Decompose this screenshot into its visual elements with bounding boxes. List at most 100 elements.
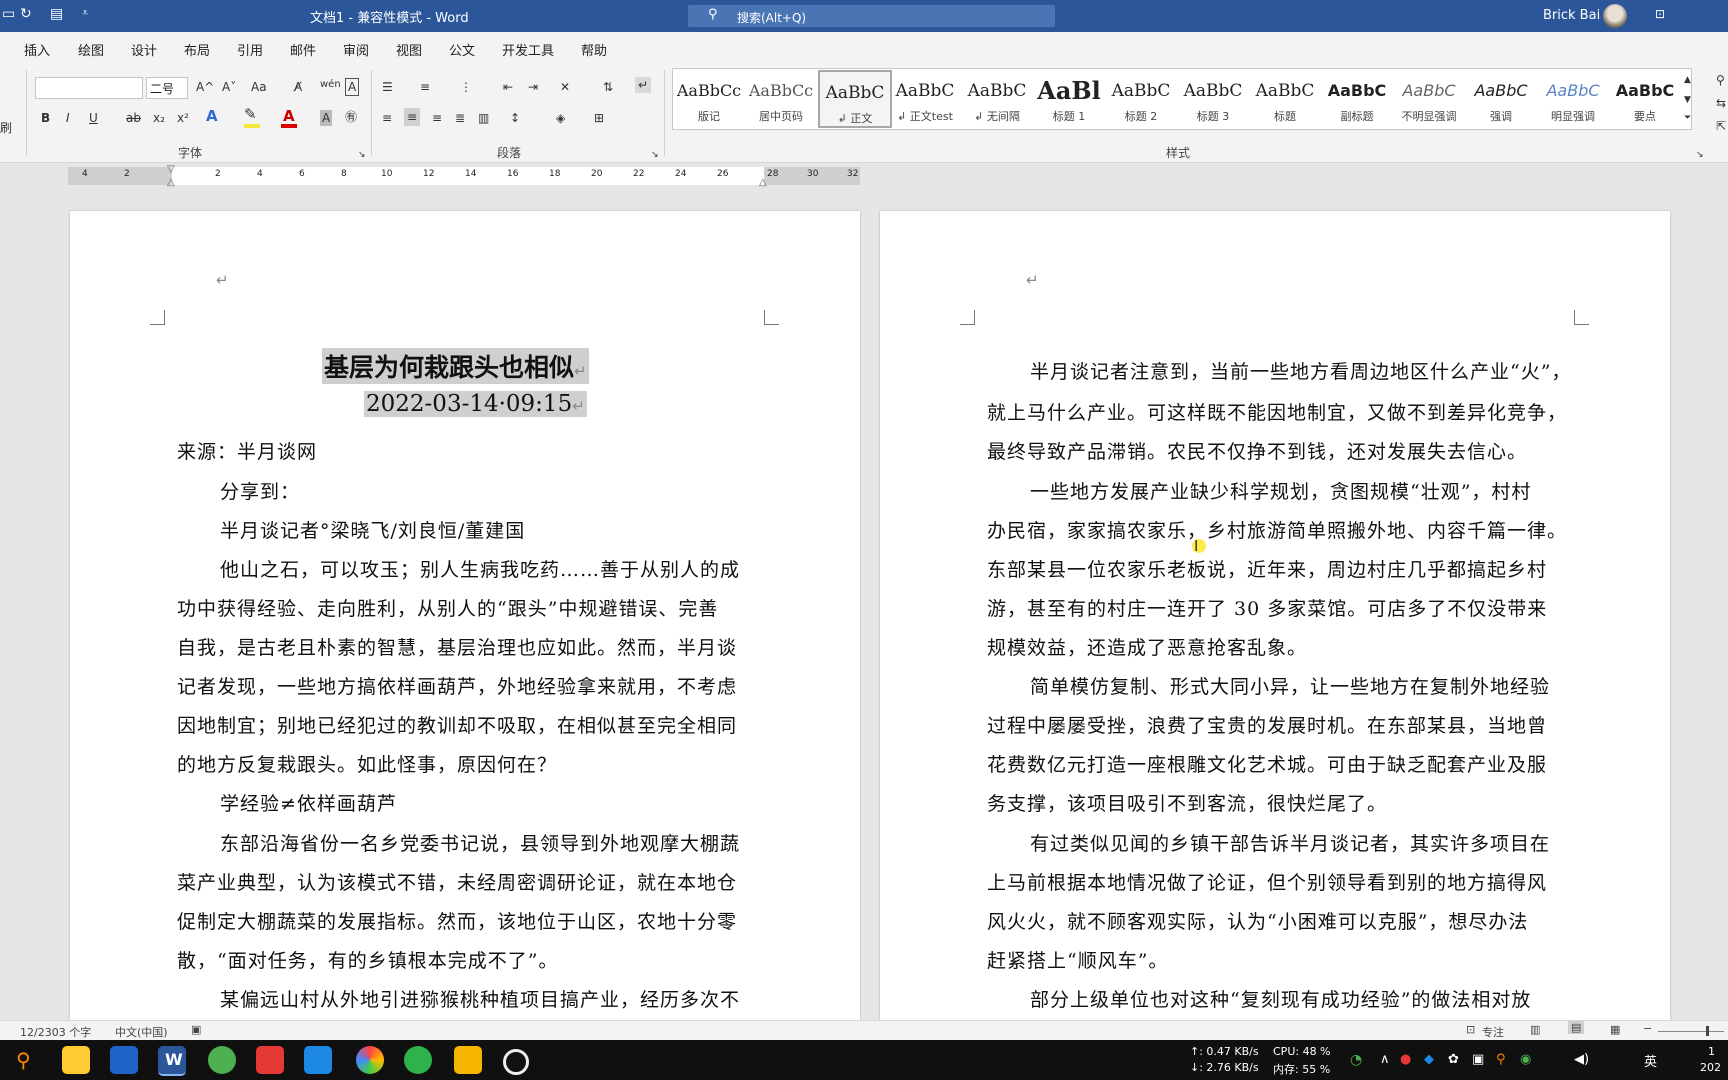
underline-button[interactable]: U bbox=[89, 110, 98, 126]
chinese-layout-icon[interactable]: ✕ bbox=[560, 79, 570, 95]
styles-dialog-launcher-icon[interactable]: ↘ bbox=[1696, 147, 1704, 163]
style-item[interactable]: AaBl 标题 1 bbox=[1034, 70, 1104, 124]
italic-button[interactable]: I bbox=[66, 110, 70, 126]
search-box[interactable]: ⚲ 搜索(Alt+Q) bbox=[688, 5, 1055, 27]
strikethrough-button[interactable]: ab bbox=[126, 110, 141, 126]
customize-quick-access-icon[interactable]: ⩡ bbox=[82, 6, 88, 20]
tab-view[interactable]: 视图 bbox=[396, 40, 422, 59]
notepad-app-icon[interactable] bbox=[110, 1046, 138, 1074]
avatar[interactable] bbox=[1603, 4, 1627, 28]
style-item[interactable]: AaBbC 强调 bbox=[1466, 70, 1536, 124]
styles-scroll-down-icon[interactable]: ▼ bbox=[1684, 92, 1691, 108]
tab-layout[interactable]: 布局 bbox=[184, 40, 210, 59]
focus-icon[interactable]: ⊡ bbox=[1466, 1023, 1475, 1036]
shrink-font-icon[interactable]: A˅ bbox=[222, 79, 236, 95]
zoom-slider[interactable] bbox=[1658, 1031, 1724, 1032]
wifi-icon[interactable]: ◔ bbox=[1350, 1052, 1362, 1068]
user-name[interactable]: Brick Bai bbox=[1543, 8, 1600, 23]
tab-official[interactable]: 公文 bbox=[449, 40, 475, 59]
tab-design[interactable]: 设计 bbox=[131, 40, 157, 59]
tray-wechat-icon[interactable]: ◉ bbox=[1520, 1052, 1531, 1067]
chrome-app-icon[interactable] bbox=[62, 1046, 90, 1074]
read-mode-icon[interactable]: ▥ bbox=[1530, 1023, 1540, 1036]
tab-developer[interactable]: 开发工具 bbox=[502, 40, 554, 59]
decrease-indent-icon[interactable]: ⇤ bbox=[503, 79, 513, 95]
screen-recorder-icon[interactable] bbox=[503, 1049, 529, 1075]
tab-insert[interactable]: 插入 bbox=[24, 40, 50, 59]
tab-draw[interactable]: 绘图 bbox=[78, 40, 104, 59]
shading-icon[interactable]: ◈ bbox=[556, 110, 565, 126]
bullets-icon[interactable]: ☰ bbox=[382, 79, 393, 95]
clear-formatting-icon[interactable]: A̸ bbox=[294, 79, 302, 95]
style-item[interactable]: AaBbC ↲ 无间隔 bbox=[962, 70, 1032, 124]
align-left-icon[interactable]: ≡ bbox=[382, 110, 392, 126]
panda-app-icon[interactable] bbox=[208, 1046, 236, 1074]
word-app-icon[interactable]: W bbox=[158, 1046, 186, 1076]
bold-button[interactable]: B bbox=[41, 110, 50, 126]
style-item[interactable]: AaBbCc 版记 bbox=[674, 70, 744, 124]
record-tray-icon[interactable]: ● bbox=[1400, 1052, 1411, 1067]
distributed-icon[interactable]: ▥ bbox=[478, 110, 489, 126]
styles-more-icon[interactable]: ⏷ bbox=[1684, 110, 1691, 126]
tray-app-icon[interactable]: ◆ bbox=[1424, 1052, 1434, 1067]
clock-date[interactable]: 202 bbox=[1700, 1061, 1721, 1074]
change-case-button[interactable]: Aa bbox=[251, 79, 267, 95]
line-spacing-icon[interactable]: ↕ bbox=[510, 110, 520, 126]
search-icon[interactable]: ⚲ bbox=[16, 1048, 31, 1072]
increase-indent-icon[interactable]: ⇥ bbox=[528, 79, 538, 95]
tray-search-icon[interactable]: ⚲ bbox=[1496, 1052, 1506, 1067]
multilevel-list-icon[interactable]: ⋮ bbox=[460, 79, 472, 95]
word-count[interactable]: 12/2303 个字 bbox=[20, 1024, 91, 1040]
phonetic-guide-icon[interactable]: wén bbox=[320, 77, 341, 93]
numbering-icon[interactable]: ≡ bbox=[420, 79, 430, 95]
color-app-icon[interactable] bbox=[356, 1046, 384, 1074]
tab-review[interactable]: 审阅 bbox=[343, 40, 369, 59]
font-dialog-launcher-icon[interactable]: ↘ bbox=[358, 147, 366, 163]
format-painter-label[interactable]: 刷 bbox=[0, 120, 12, 136]
language-indicator[interactable]: 中文(中国) bbox=[115, 1024, 168, 1040]
style-item-selected[interactable]: AaBbC ↲ 正文 bbox=[818, 70, 892, 128]
style-item[interactable]: AaBbC 副标题 bbox=[1322, 70, 1392, 124]
page-right[interactable]: ↵ 半月谈记者注意到，当前一些地方看周边地区什么产业“火”， 就上马什么产业。可… bbox=[880, 211, 1670, 1021]
style-item[interactable]: AaBbC 标题 3 bbox=[1178, 70, 1248, 124]
tab-mailings[interactable]: 邮件 bbox=[290, 40, 316, 59]
font-name-dropdown[interactable] bbox=[35, 77, 143, 99]
style-item[interactable]: AaBbC 要点 bbox=[1610, 70, 1680, 124]
highlight-icon[interactable]: ✎ bbox=[244, 106, 257, 122]
first-line-indent-marker[interactable]: ▽ bbox=[167, 164, 175, 175]
borders-icon[interactable]: ⊞ bbox=[594, 110, 604, 126]
ribbon-display-options-icon[interactable]: ⊡ bbox=[1655, 7, 1669, 21]
replace-icon[interactable]: ⇆ bbox=[1716, 95, 1726, 111]
wechat-app-icon[interactable] bbox=[404, 1046, 432, 1074]
document-icon[interactable]: ▭ bbox=[2, 6, 15, 22]
enclose-characters-icon[interactable]: ㊒ bbox=[345, 109, 357, 125]
style-item[interactable]: AaBbC 明显强调 bbox=[1538, 70, 1608, 124]
font-color-icon[interactable]: A bbox=[283, 108, 295, 124]
horizontal-ruler[interactable]: 4 2 2 4 6 8 10 12 14 16 18 20 22 24 26 2… bbox=[68, 164, 860, 188]
superscript-button[interactable]: x² bbox=[177, 110, 189, 126]
grow-font-icon[interactable]: A^ bbox=[196, 79, 214, 95]
print-preview-icon[interactable]: ▤ bbox=[50, 6, 63, 22]
style-item[interactable]: AaBbCc 居中页码 bbox=[746, 70, 816, 124]
input-method-indicator[interactable]: 英 bbox=[1644, 1051, 1657, 1070]
justify-icon[interactable]: ≣ bbox=[455, 110, 465, 126]
clock-time[interactable]: 1 bbox=[1708, 1045, 1715, 1058]
subscript-button[interactable]: x₂ bbox=[153, 110, 165, 126]
style-item[interactable]: AaBbC ↲ 正文test bbox=[890, 70, 960, 124]
text-effects-icon[interactable]: A bbox=[206, 108, 218, 124]
character-shading-icon[interactable]: A bbox=[320, 110, 333, 126]
tray-app-icon[interactable]: ✿ bbox=[1448, 1052, 1459, 1067]
print-layout-icon[interactable]: ▤ bbox=[1568, 1021, 1585, 1034]
style-item[interactable]: AaBbC 不明显强调 bbox=[1394, 70, 1464, 124]
zoom-slider-thumb[interactable] bbox=[1706, 1026, 1709, 1036]
style-item[interactable]: AaBbC 标题 bbox=[1250, 70, 1320, 124]
volume-icon[interactable]: ◀) bbox=[1574, 1052, 1589, 1067]
download-app-icon[interactable] bbox=[304, 1046, 332, 1074]
character-border-icon[interactable]: A bbox=[345, 78, 360, 96]
right-indent-marker[interactable]: △ bbox=[759, 177, 767, 188]
align-center-icon[interactable]: ≡ bbox=[404, 108, 421, 126]
styles-scroll-up-icon[interactable]: ▲ bbox=[1684, 72, 1691, 88]
tray-chevron-icon[interactable]: ∧ bbox=[1380, 1052, 1390, 1067]
page-left[interactable]: ↵ 基层为何栽跟头也相似↵ 2022-03-14·09:15↵ 来源：半月谈网 … bbox=[70, 211, 860, 1021]
tools-app-icon[interactable] bbox=[256, 1046, 284, 1074]
